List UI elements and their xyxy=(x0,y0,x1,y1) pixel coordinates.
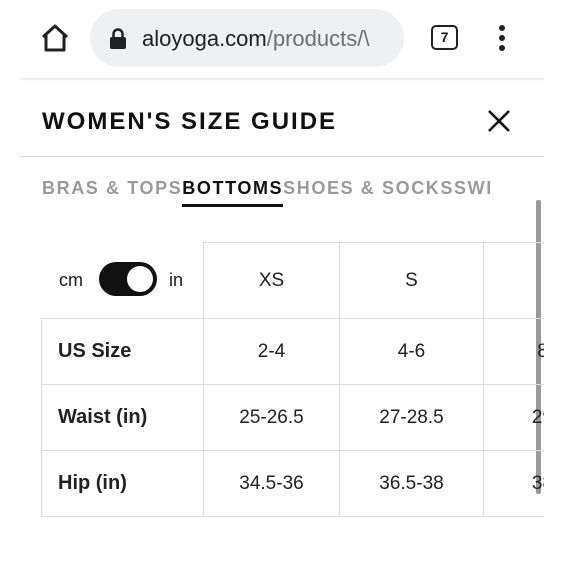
table-cell: 25-26.5 xyxy=(239,406,304,428)
row-label-us-size: US Size xyxy=(58,340,132,362)
browser-toolbar: aloyoga.com/products/\ 7 xyxy=(0,0,580,78)
tab-bras-tops[interactable]: BRAS & TOPS xyxy=(42,178,182,204)
table-cell: 38 xyxy=(531,472,544,494)
lock-icon xyxy=(110,28,126,49)
url-text: aloyoga.com/products/\ xyxy=(142,26,369,52)
unit-switch[interactable] xyxy=(99,262,157,296)
unit-cm-label: cm xyxy=(59,270,83,290)
tab-bottoms[interactable]: BOTTOMS xyxy=(182,178,284,207)
size-table: cm in XS S US Size 2-4 4-6 8 Waist (in) … xyxy=(41,242,544,522)
table-cell: 4-6 xyxy=(397,340,426,362)
category-tabs: BRAS & TOPS BOTTOMS SHOES & SOCKS SWI xyxy=(42,178,493,208)
column-header-m xyxy=(484,243,544,318)
tab-swim[interactable]: SWI xyxy=(454,178,493,204)
unit-in-label: in xyxy=(169,270,184,290)
size-guide-modal: WOMEN'S SIZE GUIDE BRAS & TOPS BOTTOMS S… xyxy=(20,78,544,580)
unit-toggle: cm in xyxy=(41,242,203,318)
unit-switch-knob xyxy=(127,266,153,292)
column-header-xs: XS xyxy=(258,269,285,291)
tab-shoes-socks[interactable]: SHOES & SOCKS xyxy=(283,178,454,204)
modal-title: WOMEN'S SIZE GUIDE xyxy=(42,108,338,135)
table-cell: 34.5-36 xyxy=(239,472,304,494)
table-cell: 27-28.5 xyxy=(379,406,444,428)
address-bar[interactable]: aloyoga.com/products/\ xyxy=(90,9,404,67)
table-cell: 36.5-38 xyxy=(379,472,444,494)
close-icon[interactable] xyxy=(486,108,512,134)
home-icon[interactable] xyxy=(38,21,72,55)
table-cell: 8 xyxy=(537,340,544,362)
url-path: /products/\ xyxy=(266,26,370,51)
table-cell: 29 xyxy=(531,406,544,428)
divider xyxy=(20,156,544,157)
overflow-menu-icon[interactable] xyxy=(496,24,508,52)
row-label-hip: Hip (in) xyxy=(58,472,127,494)
table-cell: 2-4 xyxy=(257,340,286,362)
url-host: aloyoga.com xyxy=(142,26,267,51)
tab-switcher-icon[interactable]: 7 xyxy=(431,25,458,50)
row-label-waist: Waist (in) xyxy=(58,406,148,428)
column-header-s: S xyxy=(405,269,418,291)
